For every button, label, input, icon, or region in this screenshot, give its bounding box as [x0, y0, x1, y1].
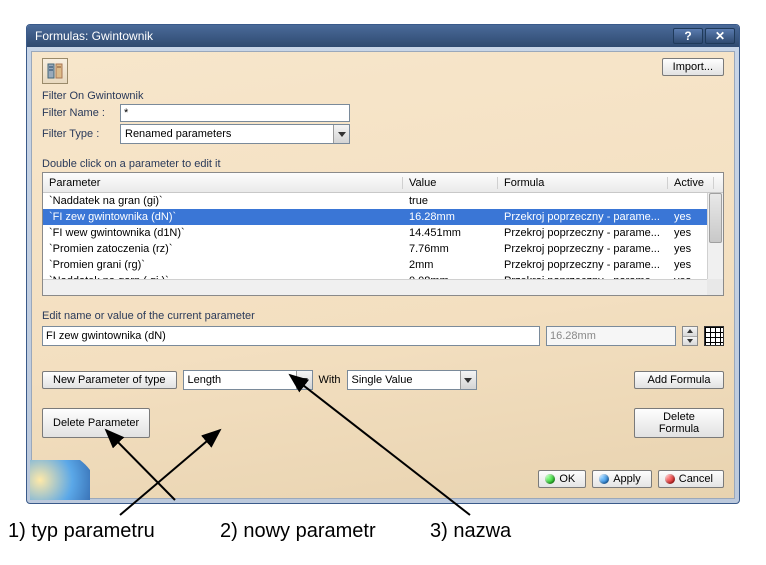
scrollbar-vertical[interactable]	[707, 193, 723, 279]
apply-button[interactable]: Apply	[592, 470, 652, 488]
table-header: Parameter Value Formula Active	[43, 173, 723, 193]
cell-param: `Promien zatoczenia (rz)`	[43, 243, 403, 255]
window-title: Formulas: Gwintownik	[35, 29, 671, 43]
cell-formula: Przekroj poprzeczny - parame...	[498, 259, 668, 271]
cancel-button[interactable]: Cancel	[658, 470, 724, 488]
client-area: Import... Filter On Gwintownik Filter Na…	[31, 51, 735, 499]
param-type-combo[interactable]: Length	[183, 370, 313, 390]
chevron-down-icon[interactable]	[333, 125, 349, 143]
spinner-down-icon[interactable]	[683, 337, 697, 346]
grid-picker-button[interactable]	[704, 326, 724, 346]
cell-formula: Przekroj poprzeczny - parame...	[498, 227, 668, 239]
cell-param: `Promien grani (rg)`	[43, 259, 403, 271]
annotation-1: 1) typ parametru	[8, 520, 155, 543]
dialog-window: Formulas: Gwintownik ? ✕ Import... Filte…	[26, 24, 740, 504]
with-combo[interactable]: Single Value	[347, 370, 477, 390]
with-label: With	[319, 374, 341, 386]
annotation-3: 3) nazwa	[430, 520, 511, 543]
table-row[interactable]: `FI zew gwintownika (dN)`16.28mmPrzekroj…	[43, 209, 723, 225]
cell-param: `FI zew gwintownika (dN)`	[43, 211, 403, 223]
filter-type-label: Filter Type :	[42, 128, 120, 140]
import-button[interactable]: Import...	[662, 58, 724, 76]
help-button[interactable]: ?	[673, 28, 703, 44]
globe-decoration	[30, 460, 90, 500]
chevron-down-icon[interactable]	[460, 371, 476, 389]
new-parameter-button[interactable]: New Parameter of type	[42, 371, 177, 389]
param-type-value: Length	[188, 374, 222, 386]
add-formula-button[interactable]: Add Formula	[634, 371, 724, 389]
delete-parameter-button[interactable]: Delete Parameter	[42, 408, 150, 438]
cell-param: `Naddatek na gran (gi)`	[43, 195, 403, 207]
edit-section-label: Edit name or value of the current parame…	[42, 310, 724, 322]
fx-icon	[47, 63, 63, 79]
table-row[interactable]: `Promien grani (rg)`2mmPrzekroj poprzecz…	[43, 257, 723, 273]
parameter-table: Parameter Value Formula Active `Naddatek…	[42, 172, 724, 296]
cell-value: true	[403, 195, 498, 207]
th-active[interactable]: Active	[668, 177, 714, 189]
chevron-down-icon[interactable]	[296, 371, 312, 389]
annotation-2: 2) nowy parametr	[220, 520, 376, 543]
th-value[interactable]: Value	[403, 177, 498, 189]
table-row[interactable]: `Naddatek na gran (gi)`true	[43, 193, 723, 209]
value-spinner[interactable]	[682, 326, 698, 346]
table-row[interactable]: `FI wew gwintownika (d1N)`14.451mmPrzekr…	[43, 225, 723, 241]
table-row[interactable]: `Promien zatoczenia (rz)`7.76mmPrzekroj …	[43, 241, 723, 257]
th-parameter[interactable]: Parameter	[43, 177, 403, 189]
with-value: Single Value	[352, 374, 413, 386]
cell-value: 14.451mm	[403, 227, 498, 239]
edit-value-input[interactable]	[546, 326, 676, 346]
filter-name-input[interactable]	[120, 104, 350, 122]
cell-formula: Przekroj poprzeczny - parame...	[498, 211, 668, 223]
filter-type-value: Renamed parameters	[125, 128, 231, 140]
ok-button[interactable]: OK	[538, 470, 586, 488]
cell-value: 2mm	[403, 259, 498, 271]
fx-tool-button[interactable]	[42, 58, 68, 84]
titlebar: Formulas: Gwintownik ? ✕	[27, 25, 739, 47]
th-formula[interactable]: Formula	[498, 177, 668, 189]
close-button[interactable]: ✕	[705, 28, 735, 44]
ok-dot-icon	[545, 474, 555, 484]
spinner-up-icon[interactable]	[683, 327, 697, 337]
delete-formula-button[interactable]: Delete Formula	[634, 408, 724, 438]
scrollbar-horizontal[interactable]	[43, 279, 707, 295]
filter-name-label: Filter Name :	[42, 107, 120, 119]
edit-name-input[interactable]	[42, 326, 540, 346]
filter-type-combo[interactable]: Renamed parameters	[120, 124, 350, 144]
cell-formula: Przekroj poprzeczny - parame...	[498, 243, 668, 255]
apply-dot-icon	[599, 474, 609, 484]
scrollbar-thumb[interactable]	[709, 193, 722, 243]
scroll-corner	[707, 279, 723, 295]
cancel-dot-icon	[665, 474, 675, 484]
cell-value: 7.76mm	[403, 243, 498, 255]
cell-param: `FI wew gwintownika (d1N)`	[43, 227, 403, 239]
table-hint: Double click on a parameter to edit it	[42, 158, 724, 170]
filter-section-label: Filter On Gwintownik	[42, 90, 724, 102]
cell-value: 16.28mm	[403, 211, 498, 223]
